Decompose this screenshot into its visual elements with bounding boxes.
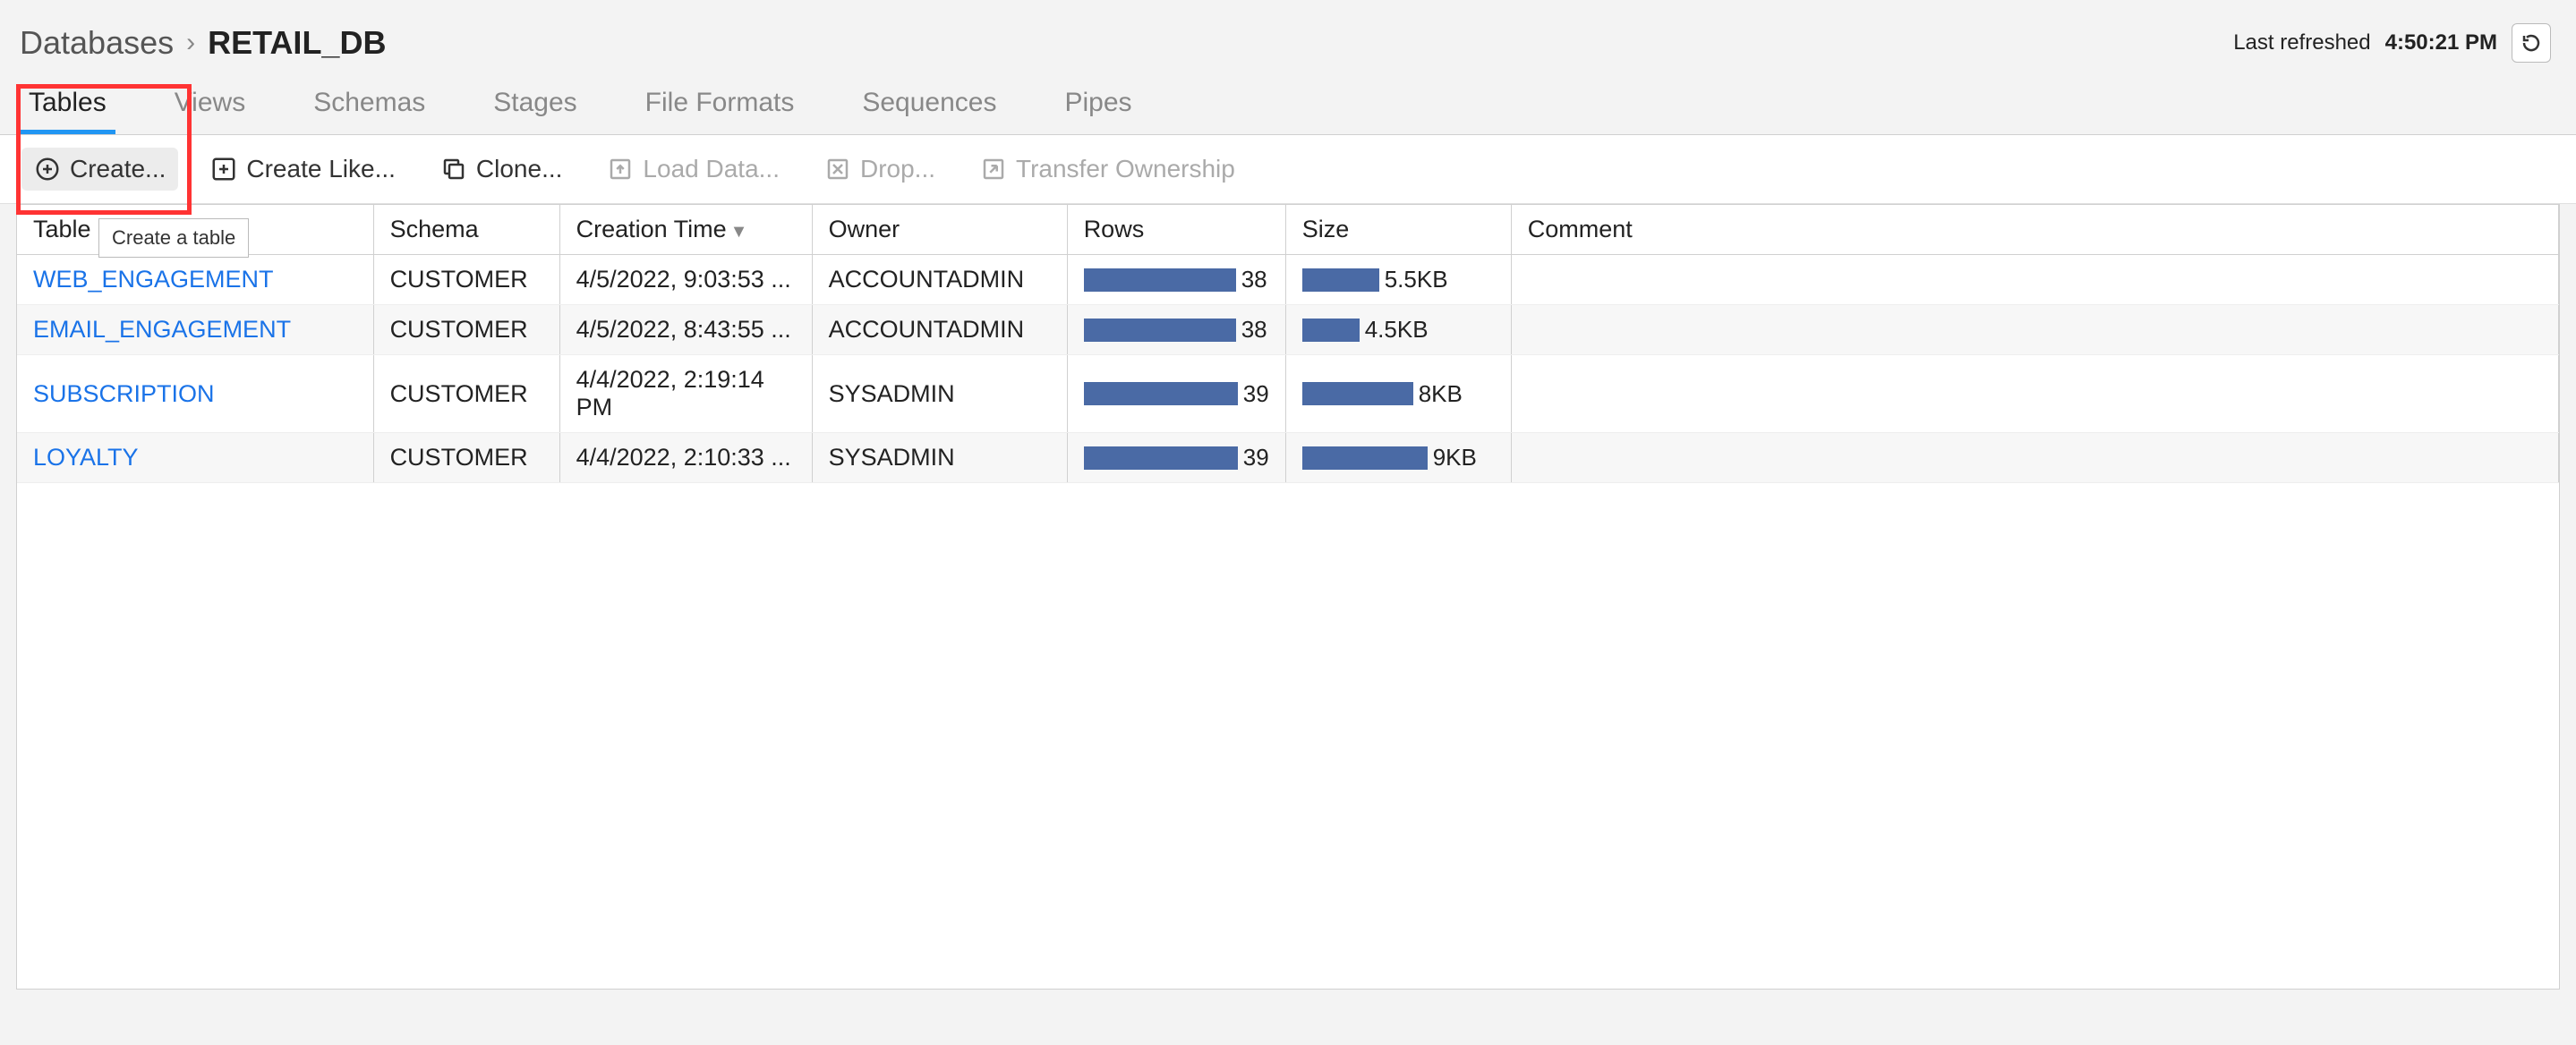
cell-comment [1511,255,2558,305]
tab-schemas[interactable]: Schemas [304,77,434,134]
size-bar [1302,382,1413,405]
size-value: 9KB [1433,444,1477,472]
tables-table: Table NameSchemaCreation Time▼OwnerRowsS… [16,204,2560,990]
upload-icon [607,156,634,183]
rows-bar [1084,446,1238,470]
cell-comment [1511,433,2558,483]
create-button[interactable]: Create... [21,148,178,191]
tabs: Tables Views Schemas Stages File Formats Sequ… [0,77,2576,135]
tab-tables[interactable]: Tables [20,77,115,134]
toolbar-button-label: Drop... [860,155,935,183]
chevron-right-icon: › [186,28,195,58]
rows-bar [1084,382,1238,405]
table-name-link[interactable]: LOYALTY [33,444,139,471]
create-tooltip: Create a table [98,218,249,258]
sort-desc-icon: ▼ [730,222,748,242]
tab-sequences[interactable]: Sequences [853,77,1005,134]
cell-size: 9KB [1285,433,1511,483]
trash-icon [824,156,851,183]
breadcrumb-current: RETAIL_DB [208,24,386,62]
size-bar [1302,319,1360,342]
cell-owner: SYSADMIN [812,433,1067,483]
col-rows[interactable]: Rows [1067,205,1285,255]
refresh-button[interactable] [2512,23,2551,63]
share-icon [980,156,1007,183]
copy-icon [440,156,467,183]
table-name-link[interactable]: EMAIL_ENGAGEMENT [33,316,291,343]
col-size[interactable]: Size [1285,205,1511,255]
cell-size: 8KB [1285,355,1511,433]
cell-size: 5.5KB [1285,255,1511,305]
col-comment[interactable]: Comment [1511,205,2558,255]
toolbar-button-label: Clone... [476,155,563,183]
cell-created: 4/4/2022, 2:10:33 ... [559,433,812,483]
cell-owner: SYSADMIN [812,355,1067,433]
col-owner[interactable]: Owner [812,205,1067,255]
cell-rows: 39 [1067,433,1285,483]
table-row[interactable]: LOYALTY CUSTOMER4/4/2022, 2:10:33 ...SYSA… [17,433,2559,483]
plus-circle-icon [34,156,61,183]
table-row[interactable]: WEB_ENGAGEMENT CUSTOMER4/5/2022, 9:03:53 … [17,255,2559,305]
cell-owner: ACCOUNTADMIN [812,305,1067,355]
rows-value: 39 [1243,444,1269,472]
tab-views[interactable]: Views [166,77,254,134]
cell-created: 4/5/2022, 9:03:53 ... [559,255,812,305]
create-like-button[interactable]: Create Like... [198,148,408,191]
size-value: 8KB [1419,380,1463,408]
rows-value: 38 [1241,316,1267,344]
cell-created: 4/5/2022, 8:43:55 ... [559,305,812,355]
drop-button: Drop... [812,148,948,191]
size-bar [1302,446,1428,470]
breadcrumb: Databases › RETAIL_DB [20,24,386,62]
cell-comment [1511,305,2558,355]
size-value: 5.5KB [1385,266,1448,293]
cell-size: 4.5KB [1285,305,1511,355]
col-creation-time[interactable]: Creation Time▼ [559,205,812,255]
rows-bar [1084,319,1236,342]
table-name-link[interactable]: SUBSCRIPTION [33,380,215,407]
transfer-ownership-button: Transfer Ownership [968,148,1248,191]
tab-pipes[interactable]: Pipes [1055,77,1140,134]
cell-rows: 39 [1067,355,1285,433]
size-value: 4.5KB [1365,316,1429,344]
cell-owner: ACCOUNTADMIN [812,255,1067,305]
cell-schema: CUSTOMER [373,255,559,305]
tab-file-formats[interactable]: File Formats [636,77,804,134]
plus-square-icon [210,156,237,183]
cell-schema: CUSTOMER [373,433,559,483]
refresh-icon [2521,32,2542,54]
table-row[interactable]: EMAIL_ENGAGEMENT CUSTOMER4/5/2022, 8:43:5… [17,305,2559,355]
toolbar-button-label: Load Data... [643,155,780,183]
breadcrumb-root[interactable]: Databases [20,24,174,62]
tab-stages[interactable]: Stages [484,77,585,134]
rows-value: 38 [1241,266,1267,293]
last-refreshed-label: Last refreshed [2233,30,2370,55]
rows-bar [1084,268,1236,292]
table-name-link[interactable]: WEB_ENGAGEMENT [33,266,274,293]
cell-rows: 38 [1067,305,1285,355]
toolbar-button-label: Create... [70,155,166,183]
toolbar-button-label: Transfer Ownership [1016,155,1235,183]
table-row[interactable]: SUBSCRIPTION CUSTOMER4/4/2022, 2:19:14 PM… [17,355,2559,433]
rows-value: 39 [1243,380,1269,408]
size-bar [1302,268,1379,292]
last-refreshed-time: 4:50:21 PM [2385,30,2497,55]
toolbar: Create... Create Like... Clone... Load Data… [0,135,2576,204]
load-data-button: Load Data... [594,148,792,191]
cell-schema: CUSTOMER [373,355,559,433]
cell-created: 4/4/2022, 2:19:14 PM [559,355,812,433]
cell-rows: 38 [1067,255,1285,305]
col-schema[interactable]: Schema [373,205,559,255]
toolbar-button-label: Create Like... [246,155,396,183]
cell-schema: CUSTOMER [373,305,559,355]
cell-comment [1511,355,2558,433]
clone-button[interactable]: Clone... [428,148,576,191]
